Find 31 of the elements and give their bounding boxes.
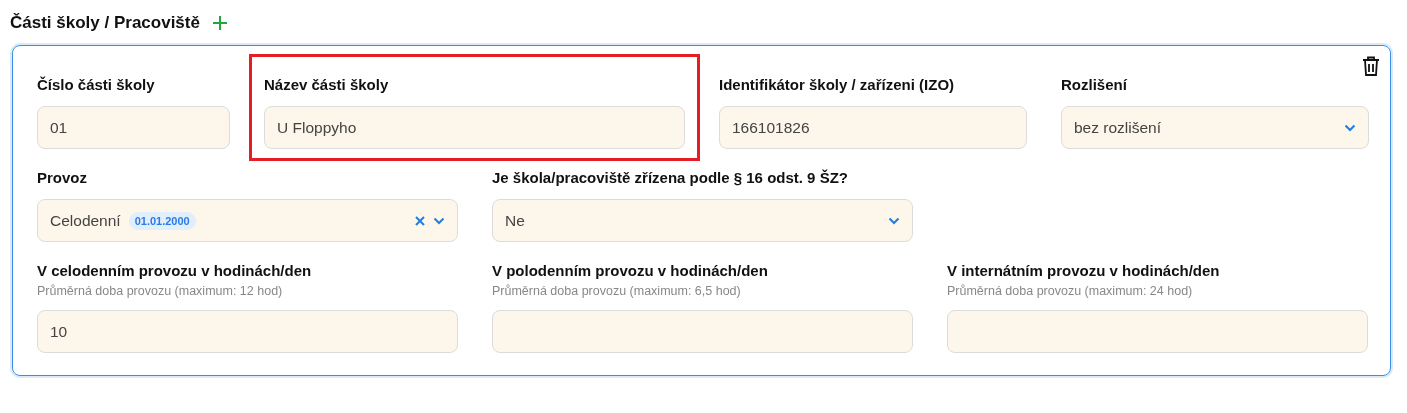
field-label: V internátním provozu v hodinách/den (947, 262, 1221, 280)
trash-icon (1362, 56, 1380, 76)
select-field[interactable]: bez rozlišení (1061, 106, 1369, 149)
field-label: V polodenním provozu v hodinách/den (492, 262, 769, 280)
field-label: Rozlišení (1061, 76, 1128, 94)
input-field[interactable] (492, 310, 913, 353)
clear-icon[interactable] (415, 215, 425, 226)
input-field[interactable]: 10 (37, 310, 458, 353)
input-field[interactable]: U Floppyho (264, 106, 685, 149)
select-field[interactable]: Ne (492, 199, 913, 242)
field-label: Je škola/pracoviště zřízena podle § 16 odst. 9 ŠZ? (492, 169, 849, 187)
input-field[interactable]: 166101826 (719, 106, 1027, 149)
input-field[interactable]: 01 (37, 106, 230, 149)
field-hint: Průměrná doba provozu (maximum: 24 hod) (947, 284, 1194, 298)
date-tag: 01.01.2000 (128, 211, 196, 230)
field-label: Provoz (37, 169, 88, 187)
section-title: Části školy / Pracoviště (10, 13, 200, 33)
delete-button[interactable] (1362, 56, 1380, 76)
add-button[interactable] (211, 15, 228, 31)
field-hint: Průměrná doba provozu (maximum: 6,5 hod) (492, 284, 742, 298)
plus-icon (211, 15, 228, 31)
field-label: Název části školy (264, 76, 390, 94)
field-hint: Průměrná doba provozu (maximum: 12 hod) (37, 284, 284, 298)
chevron-down-icon (888, 216, 900, 225)
input-field[interactable] (947, 310, 1368, 353)
select-field[interactable]: Celodenní 01.01.2000 (37, 199, 458, 242)
field-label: V celodenním provozu v hodinách/den (37, 262, 313, 280)
field-label: Identifikátor školy / zařízeni (IZO) (719, 76, 956, 94)
field-label: Číslo části školy (37, 76, 156, 94)
chevron-down-icon (1344, 123, 1356, 132)
chevron-down-icon (433, 216, 445, 225)
